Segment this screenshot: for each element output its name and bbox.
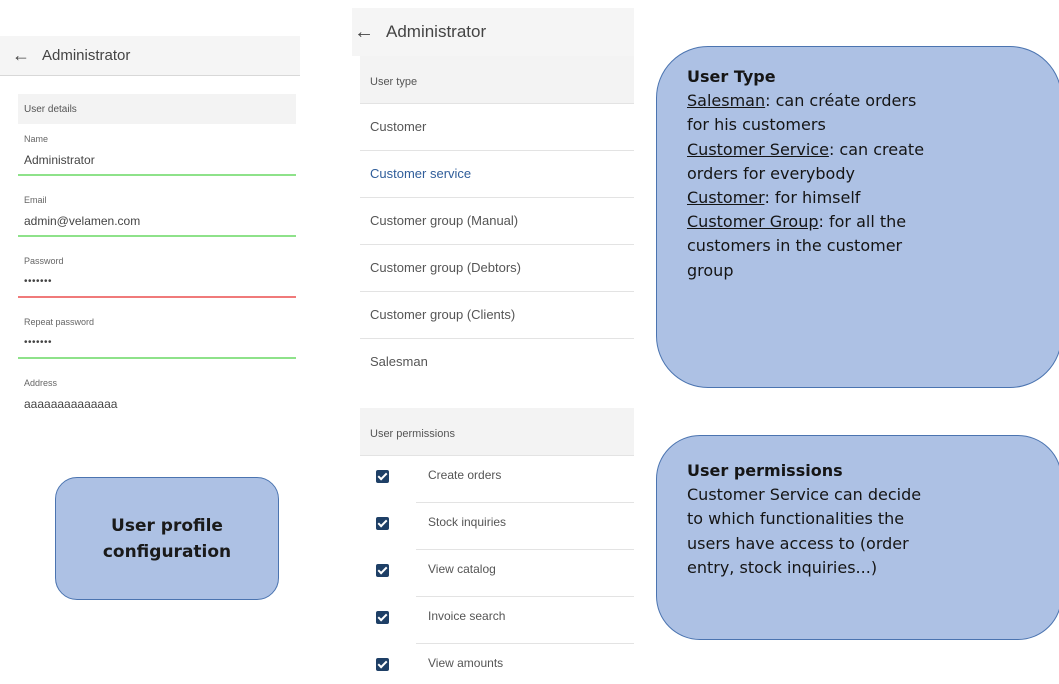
group-line-2: customers in the customer — [687, 236, 903, 256]
checkbox-checked-icon[interactable] — [376, 517, 389, 530]
permission-view-catalog[interactable]: View catalog — [360, 550, 634, 597]
type-app-bar: ← Administrator — [352, 8, 634, 56]
permissions-callout: User permissions Customer Service can de… — [656, 435, 1059, 640]
back-arrow-icon[interactable]: ← — [12, 45, 34, 66]
checkbox-checked-icon[interactable] — [376, 658, 389, 671]
service-term: Customer Service — [687, 139, 829, 159]
back-arrow-icon[interactable]: ← — [354, 21, 376, 44]
permissions-line-1: Customer Service can decide — [687, 485, 922, 505]
group-line-3: group — [687, 260, 734, 280]
user-type-callout-heading: User Type — [687, 67, 776, 86]
salesman-term: Salesman — [687, 91, 766, 111]
user-details-header: User details — [18, 94, 296, 124]
permission-label: Invoice search — [428, 609, 506, 623]
permissions-line-4: entry, stock inquiries...) — [687, 557, 878, 577]
repeat-password-input[interactable]: ••••••• — [24, 337, 52, 348]
email-underline — [18, 235, 296, 237]
checkbox-checked-icon[interactable] — [376, 611, 389, 624]
permissions-line-2: to which functionalities the — [687, 509, 905, 529]
service-desc: : can create — [828, 139, 925, 159]
type-option-customer-service[interactable]: Customer service — [360, 151, 634, 198]
group-term: Customer Group — [687, 212, 819, 232]
address-input[interactable]: aaaaaaaaaaaaaa — [24, 397, 117, 411]
salesman-line-1: Salesman: can créate orders — [687, 89, 1053, 113]
email-field[interactable]: Email admin@velamen.com — [18, 185, 296, 246]
type-option-group-clients[interactable]: Customer group (Clients) — [360, 292, 634, 339]
password-label: Password — [24, 256, 64, 266]
group-line-1: Customer Group: for all the — [687, 210, 1053, 234]
repeat-password-label: Repeat password — [24, 317, 95, 327]
profile-title: Administrator — [42, 47, 131, 64]
user-profile-screen: ← Administrator User details Name Admini… — [0, 36, 300, 429]
salesman-line-2: for his customers — [687, 115, 826, 135]
name-input[interactable]: Administrator — [24, 153, 95, 167]
name-field[interactable]: Name Administrator — [18, 124, 296, 185]
password-input[interactable]: ••••••• — [24, 276, 52, 287]
checkbox-checked-icon[interactable] — [376, 564, 389, 577]
checkbox-checked-icon[interactable] — [376, 470, 389, 483]
permission-label: View catalog — [428, 562, 496, 576]
permission-label: Stock inquiries — [428, 515, 507, 529]
user-type-screen: ← Administrator User type Customer Custo… — [352, 8, 634, 684]
permission-view-amounts[interactable]: View amounts — [360, 644, 634, 684]
user-type-header: User type — [360, 56, 634, 104]
type-option-group-manual[interactable]: Customer group (Manual) — [360, 198, 634, 245]
permission-label: Create orders — [428, 468, 502, 482]
password-field[interactable]: Password ••••••• — [18, 246, 296, 307]
repeat-password-underline — [18, 357, 296, 359]
customer-desc: : for himself — [764, 188, 861, 208]
permission-stock-inquiries[interactable]: Stock inquiries — [360, 503, 634, 550]
type-option-salesman[interactable]: Salesman — [360, 339, 634, 386]
type-option-customer[interactable]: Customer — [360, 104, 634, 151]
user-permissions-header: User permissions — [360, 408, 634, 456]
password-underline — [18, 296, 296, 298]
permission-create-orders[interactable]: Create orders — [360, 456, 634, 503]
name-underline — [18, 174, 296, 176]
type-screen-title: Administrator — [386, 22, 487, 41]
profile-callout-line1: User profile — [111, 515, 223, 536]
type-option-group-debtors[interactable]: Customer group (Debtors) — [360, 245, 634, 292]
profile-app-bar: ← Administrator — [0, 36, 300, 76]
address-field[interactable]: Address aaaaaaaaaaaaaa — [18, 368, 296, 429]
address-label: Address — [24, 378, 58, 388]
group-desc: : for all the — [818, 212, 907, 232]
customer-term: Customer — [687, 188, 765, 208]
permission-label: View amounts — [428, 656, 504, 670]
customer-line: Customer: for himself — [687, 186, 1053, 210]
email-input[interactable]: admin@velamen.com — [24, 214, 140, 228]
permissions-line-3: users have access to (order — [687, 533, 909, 553]
profile-callout-line2: configuration — [102, 541, 232, 562]
salesman-desc: : can créate orders — [765, 91, 917, 111]
repeat-password-field[interactable]: Repeat password ••••••• — [18, 307, 296, 368]
service-line-1: Customer Service: can create — [687, 138, 1053, 162]
user-type-callout: User Type Salesman: can créate orders fo… — [656, 46, 1059, 388]
email-label: Email — [24, 195, 47, 205]
profile-callout: User profile configuration — [55, 477, 279, 600]
permission-invoice-search[interactable]: Invoice search — [360, 597, 634, 644]
name-label: Name — [24, 134, 49, 144]
permissions-callout-heading: User permissions — [687, 461, 843, 480]
service-line-2: orders for everybody — [687, 163, 855, 183]
